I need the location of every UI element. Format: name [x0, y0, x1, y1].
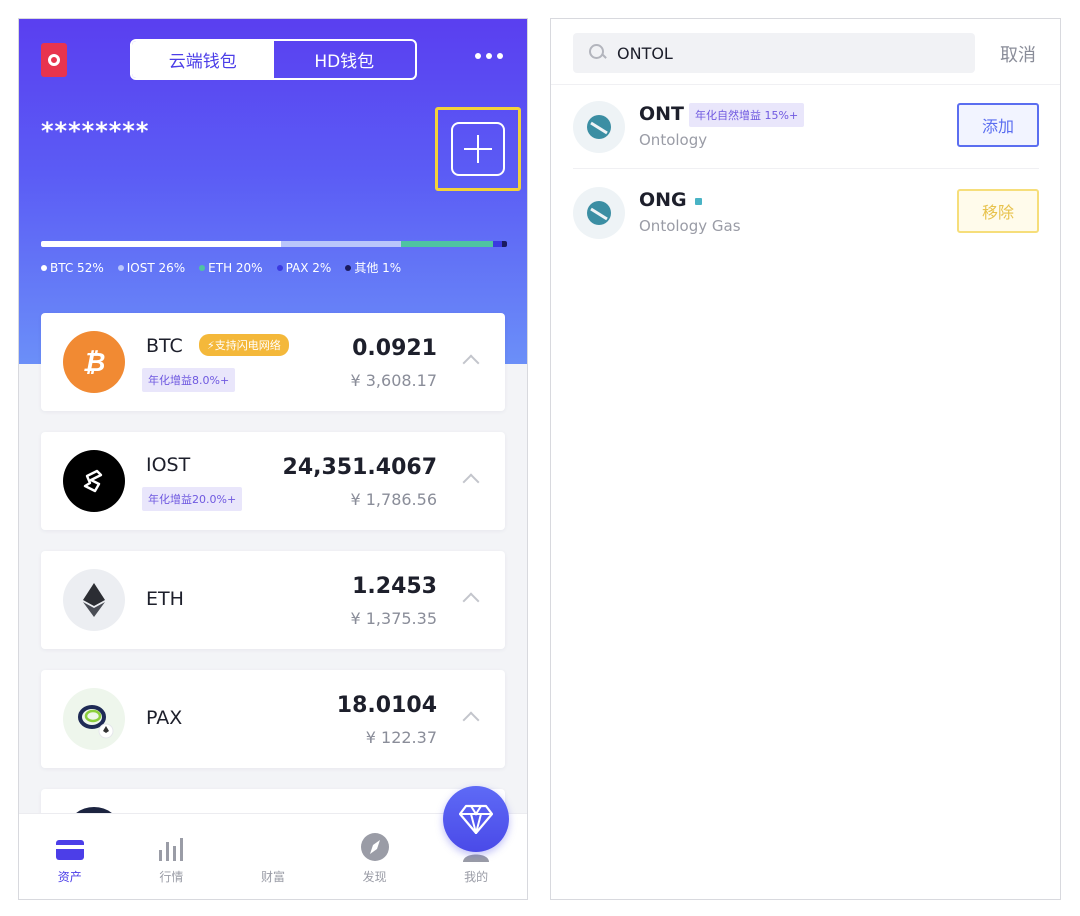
allocation-segment [400, 241, 494, 247]
legend-dot-icon [276, 264, 283, 271]
asset-amount: 24,351.4067 [282, 455, 437, 480]
allocation-segment [502, 241, 507, 247]
cancel-button[interactable]: 取消 [1000, 41, 1036, 67]
bottom-navigation: 资产 行情 财富 发现 我的 [19, 786, 527, 899]
allocation-segment [41, 241, 281, 247]
allocation-legend: BTC 52% IOST 26% ETH 20% PAX 2% 其他 1% [41, 259, 521, 276]
tab-cloud-wallet[interactable]: 云端钱包 [132, 41, 274, 78]
asset-fiat-value: ¥ 1,375.35 [350, 609, 437, 628]
search-bar [573, 33, 975, 73]
legend-label: ETH 20% [208, 260, 263, 275]
asset-card-iost[interactable]: IOST 年化增益20.0%+ 24,351.4067 ¥ 1,786.56 [41, 432, 505, 530]
app-logo-icon [41, 43, 67, 77]
asset-search-screen: 取消 ONT 年化自然增益 15%+ Ontology 添加 ONG Ontol… [550, 18, 1061, 900]
search-icon [587, 43, 607, 63]
chevron-up-icon[interactable] [462, 711, 480, 729]
result-fullname: Ontology Gas [639, 217, 741, 235]
add-asset-button[interactable] [451, 122, 505, 176]
asset-fiat-value: ¥ 1,786.56 [350, 490, 437, 509]
yield-badge: 年化自然增益 15%+ [689, 103, 805, 127]
nav-market[interactable]: 行情 [121, 814, 223, 899]
chevron-up-icon[interactable] [462, 354, 480, 372]
chevron-up-icon[interactable] [462, 473, 480, 491]
wallet-card-icon [54, 832, 86, 862]
nav-discover[interactable]: 发现 [324, 814, 426, 899]
tab-hd-wallet[interactable]: HD钱包 [274, 41, 416, 78]
yield-badge: 年化增益8.0%+ [142, 368, 236, 392]
allocation-segment [280, 241, 401, 247]
yield-badge: 年化增益20.0%+ [142, 487, 243, 511]
chevron-up-icon[interactable] [462, 592, 480, 610]
more-options-icon[interactable] [475, 49, 503, 63]
legend-item: PAX 2% [276, 259, 332, 276]
bar-chart-icon [155, 832, 187, 862]
result-symbol: ONT [639, 103, 685, 125]
nav-label: 我的 [464, 870, 489, 884]
nav-label: 资产 [57, 870, 82, 884]
asset-fiat-value: ¥ 3,608.17 [350, 371, 437, 390]
add-asset-highlight [435, 107, 521, 191]
remove-button[interactable]: 移除 [957, 189, 1039, 233]
asset-list: ₿ BTC ⚡支持闪电网络 年化增益8.0%+ 0.0921 ¥ 3,608.1… [41, 313, 505, 847]
wallet-type-switch: 云端钱包 HD钱包 [130, 39, 417, 80]
lightning-network-badge: ⚡支持闪电网络 [199, 334, 289, 356]
legend-item: BTC 52% [41, 259, 104, 276]
bitcoin-icon: ₿ [63, 331, 125, 393]
asset-fiat-value: ¥ 122.37 [365, 728, 437, 747]
small-badge-icon [695, 198, 702, 205]
legend-item: IOST 26% [117, 259, 186, 276]
legend-label: BTC 52% [50, 260, 104, 275]
legend-dot-icon [199, 264, 206, 271]
legend-label: 其他 1% [354, 261, 402, 275]
allocation-segment [493, 241, 503, 247]
search-input[interactable] [617, 43, 957, 63]
asset-symbol: PAX [146, 707, 183, 729]
asset-symbol: IOST [146, 454, 191, 476]
legend-label: PAX 2% [285, 260, 332, 275]
iost-icon [63, 450, 125, 512]
result-fullname: Ontology [639, 131, 708, 149]
asset-symbol: BTC [146, 335, 183, 357]
asset-card-btc[interactable]: ₿ BTC ⚡支持闪电网络 年化增益8.0%+ 0.0921 ¥ 3,608.1… [41, 313, 505, 411]
asset-amount: 0.0921 [352, 336, 437, 361]
svg-text:₿: ₿ [83, 348, 106, 378]
legend-label: IOST 26% [126, 260, 186, 275]
asset-card-eth[interactable]: ETH 1.2453 ¥ 1,375.35 [41, 551, 505, 649]
nav-label: 发现 [362, 870, 387, 884]
ontology-icon [573, 101, 625, 153]
nav-label: 财富 [260, 870, 285, 884]
legend-item: ETH 20% [199, 259, 263, 276]
ethereum-icon [63, 569, 125, 631]
hidden-balance[interactable]: ******** [41, 117, 149, 145]
legend-item: 其他 1% [345, 259, 401, 276]
wallet-assets-screen: 云端钱包 HD钱包 ******** BTC 52% IOST 26% ETH 20… [18, 18, 528, 900]
asset-amount: 18.0104 [336, 693, 437, 718]
legend-dot-icon [41, 264, 47, 271]
diamond-icon [443, 786, 510, 852]
asset-amount: 1.2453 [352, 574, 437, 599]
add-button[interactable]: 添加 [957, 103, 1039, 147]
compass-icon [359, 832, 391, 862]
asset-card-pax[interactable]: PAX 18.0104 ¥ 122.37 [41, 670, 505, 768]
legend-dot-icon [345, 264, 352, 271]
divider [551, 84, 1060, 85]
nav-label: 行情 [159, 870, 184, 884]
ontology-gas-icon [573, 187, 625, 239]
search-result-ong[interactable]: ONG Ontology Gas 移除 [573, 175, 1039, 255]
legend-dot-icon [117, 264, 124, 271]
nav-assets[interactable]: 资产 [19, 814, 121, 899]
result-symbol: ONG [639, 189, 687, 211]
asset-symbol: ETH [146, 588, 184, 610]
search-result-ont[interactable]: ONT 年化自然增益 15%+ Ontology 添加 [573, 89, 1039, 169]
allocation-bar [41, 241, 507, 247]
pax-icon [63, 688, 125, 750]
nav-wealth[interactable]: 财富 [222, 786, 510, 899]
